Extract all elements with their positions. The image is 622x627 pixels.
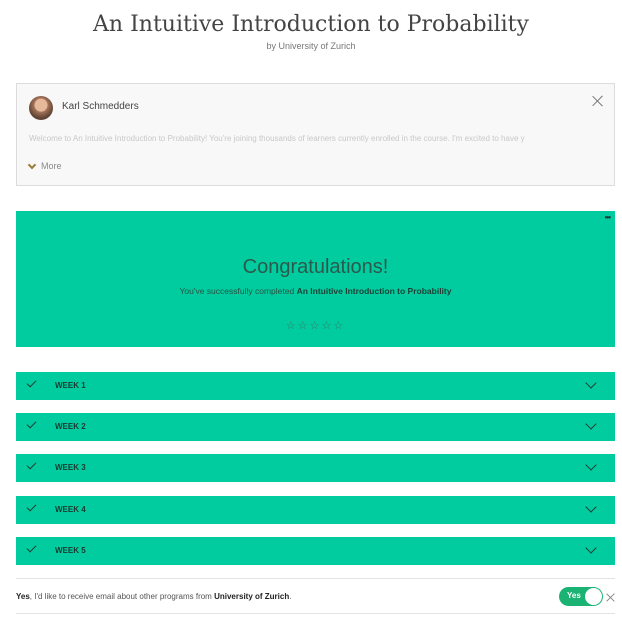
chevron-down-icon[interactable] [585,459,597,471]
week-label: WEEK 2 [55,422,86,431]
week-label: WEEK 3 [55,463,86,472]
rating-star-icon[interactable]: ☆ [310,320,322,332]
chevron-down-icon[interactable] [585,501,597,513]
week-row-1[interactable]: WEEK 1 [16,372,615,400]
consent-institution: University of Zurich [214,592,290,601]
toggle-label: Yes [567,591,581,600]
course-title: An Intuitive Introduction to Probability [93,12,529,37]
week-row-3[interactable]: WEEK 3 [16,454,615,482]
completed-course-name: An Intuitive Introduction to Probability [296,286,452,296]
congrats-title: Congratulations! [242,256,389,278]
more-label: More [41,161,62,171]
rating-star-icon[interactable]: ☆ [286,320,298,332]
chevron-down-icon[interactable] [585,418,597,430]
week-label: WEEK 5 [55,546,86,555]
week-label: WEEK 1 [55,381,86,390]
course-home-page: An Intuitive Introduction to Probability… [0,0,622,627]
toggle-knob [585,588,602,605]
week-row-4[interactable]: WEEK 4 [16,496,615,524]
week-row-5[interactable]: WEEK 5 [16,537,615,565]
rating-star-icon[interactable]: ☆ [333,320,345,332]
course-rating: ☆☆☆☆☆ [16,319,615,332]
instructor-avatar [29,96,53,120]
rating-star-icon[interactable]: ☆ [298,320,310,332]
close-icon[interactable] [591,94,605,108]
completion-message-prefix: You've successfully completed [179,286,295,296]
checkmark-icon [26,542,37,553]
message-preview: Welcome to An Intuitive Introduction to … [29,134,525,143]
completion-banner: ••• Congratulations! You've successfully… [16,211,615,347]
week-label: WEEK 4 [55,505,86,514]
close-icon[interactable] [606,593,615,602]
instructor-message-card: Karl Schmedders Welcome to An Intuitive … [16,83,615,186]
email-consent-bar: Yes, I'd like to receive email about oth… [16,578,615,614]
checkmark-icon [26,377,37,388]
checkmark-icon [26,459,37,470]
checkmark-icon [26,418,37,429]
more-options-icon[interactable]: ••• [605,214,611,222]
email-opt-in-toggle[interactable]: Yes [559,587,603,606]
consent-period: . [289,592,292,601]
chevron-down-icon [27,160,37,169]
rating-star-icon[interactable]: ☆ [321,320,333,332]
instructor-name: Karl Schmedders [62,101,139,112]
week-row-2[interactable]: WEEK 2 [16,413,615,441]
completion-message: You've successfully completed An Intuiti… [16,286,615,296]
consent-middle: , I'd like to receive email about other … [29,592,212,601]
chevron-down-icon[interactable] [585,542,597,554]
more-button[interactable]: More [27,159,62,173]
consent-yes: Yes [16,592,30,601]
chevron-down-icon[interactable] [585,377,597,389]
checkmark-icon [26,501,37,512]
email-consent-text: Yes, I'd like to receive email about oth… [16,592,291,601]
course-byline: by University of Zurich [266,41,356,51]
